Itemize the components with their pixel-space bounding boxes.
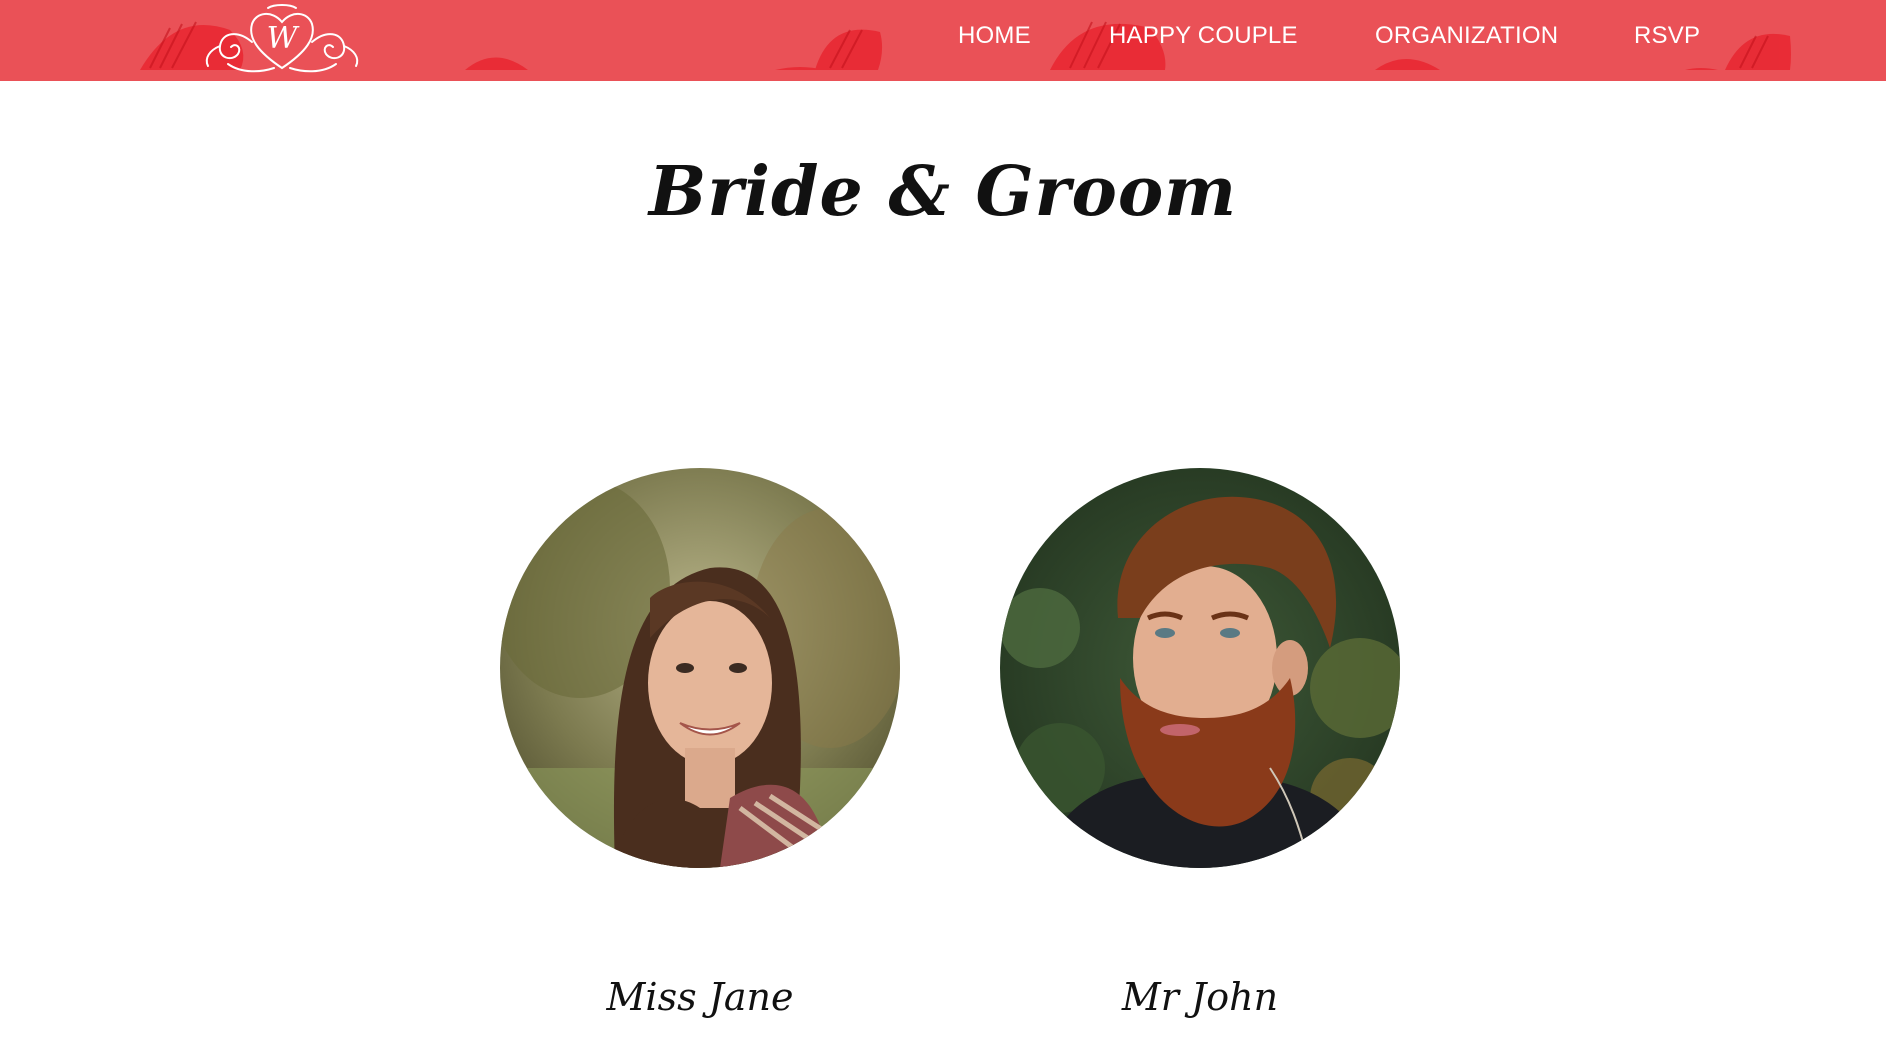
groom-name: Mr John — [1121, 975, 1279, 1019]
nav-rsvp[interactable]: RSVP — [1634, 0, 1700, 72]
bride-photo — [500, 468, 900, 868]
wedding-monogram-icon[interactable]: W — [198, 2, 366, 78]
section-title: Bride & Groom — [648, 152, 1238, 232]
bride-name: Miss Jane — [606, 975, 794, 1019]
nav-happy-couple[interactable]: HAPPY COUPLE — [1109, 0, 1298, 72]
groom-photo — [1000, 468, 1400, 868]
svg-text:W: W — [267, 21, 300, 56]
nav-home[interactable]: HOME — [958, 0, 1031, 72]
nav-organization[interactable]: ORGANIZATION — [1375, 0, 1558, 72]
site-header: W HOME HAPPY COUPLE ORGANIZATION RSVP — [0, 0, 1886, 81]
